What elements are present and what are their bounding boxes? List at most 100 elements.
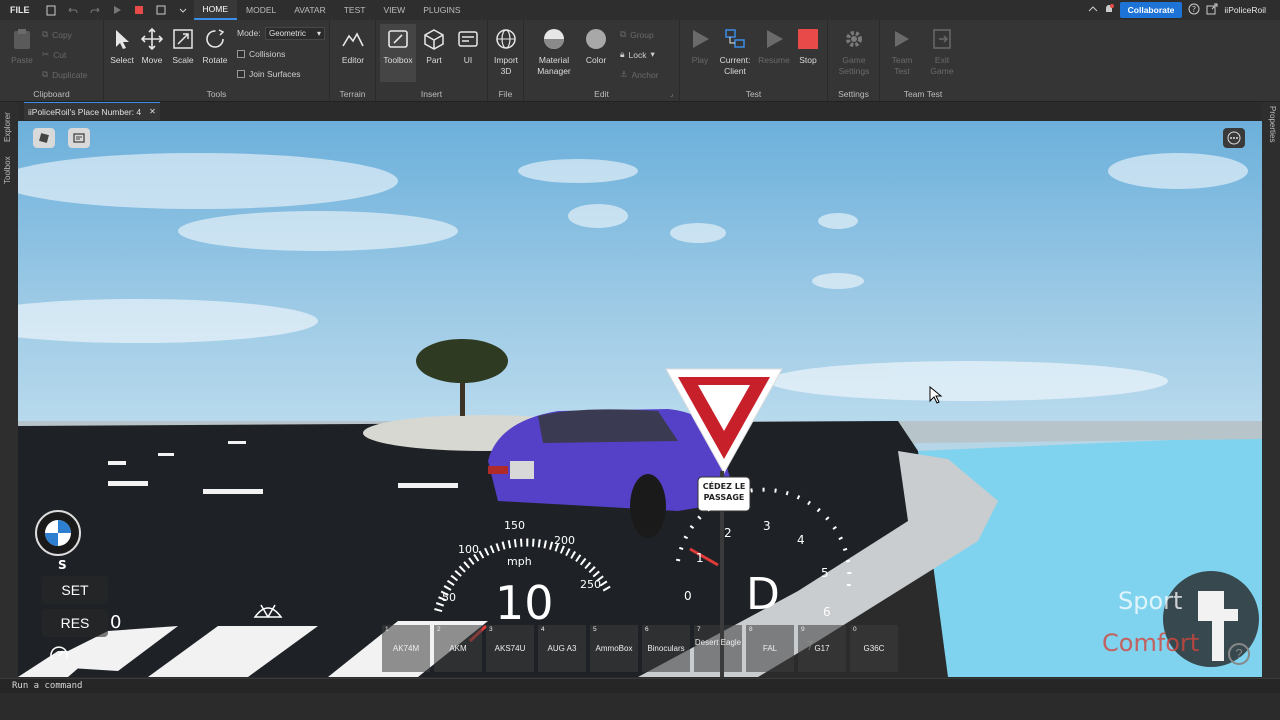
join-surfaces-checkbox[interactable] xyxy=(237,70,245,78)
cruise-speed-value: 0 xyxy=(110,612,122,633)
hotbar-slot[interactable]: 0 G36C xyxy=(850,625,898,672)
anchor-icon: ⚓︎ xyxy=(620,69,628,79)
hotbar-slot[interactable]: 9 G17 xyxy=(798,625,846,672)
file-menu[interactable]: FILE xyxy=(0,5,40,15)
collisions-label: Collisions xyxy=(249,49,286,59)
game-settings-label-1: Game xyxy=(842,55,866,65)
hotbar-slot[interactable]: 7 Desert Eagle xyxy=(694,625,742,672)
current-label-1: Current: xyxy=(719,55,751,65)
game-scene xyxy=(18,121,1262,677)
resume-label: Resume xyxy=(758,55,790,65)
team-test-button[interactable]: Team Test xyxy=(884,26,920,77)
more-options-button[interactable] xyxy=(1223,128,1245,148)
scale-button[interactable]: Scale xyxy=(165,26,201,66)
clipboard-group: Paste ⧉ Copy ✂ Cut ⧉ Duplicate Clipboard xyxy=(0,20,104,102)
mode-dropdown[interactable]: Geometric ▾ xyxy=(265,27,325,40)
join-surfaces-toggle[interactable]: Join Surfaces xyxy=(237,69,301,79)
sign-line-1: CÉDEZ LE xyxy=(702,482,746,491)
group-button[interactable]: ⧉ Group xyxy=(620,29,654,40)
import-3d-button[interactable]: Import 3D xyxy=(488,26,524,77)
stop-button[interactable]: Stop xyxy=(790,26,826,66)
wiper-icon[interactable] xyxy=(251,597,285,625)
cruise-set-button[interactable]: SET xyxy=(42,576,108,604)
cut-button[interactable]: ✂ Cut xyxy=(42,49,66,60)
stop-icon[interactable] xyxy=(132,3,146,17)
help-icon[interactable]: ? xyxy=(1188,3,1200,17)
share-icon[interactable] xyxy=(1206,3,1218,17)
cut-icon: ✂ xyxy=(42,49,50,59)
edit-group-label: Edit xyxy=(594,89,609,99)
save-icon[interactable] xyxy=(44,3,58,17)
slot-label: AKS74U xyxy=(494,644,526,653)
customize-icon[interactable] xyxy=(176,3,190,17)
collaborate-button[interactable]: Collaborate xyxy=(1119,2,1183,18)
select-label: Select xyxy=(110,55,134,65)
play-icon[interactable] xyxy=(110,3,124,17)
hotbar-slot[interactable]: 6 Binoculars xyxy=(642,625,690,672)
color-button[interactable]: Color xyxy=(578,26,614,66)
toolbox-button[interactable]: Toolbox xyxy=(380,24,416,82)
notification-icon[interactable] xyxy=(1104,3,1114,17)
tab-home[interactable]: HOME xyxy=(193,0,237,20)
tab-view[interactable]: VIEW xyxy=(374,0,414,20)
document-tab-bar: iiPoliceRoil's Place Number: 4 ✕ xyxy=(18,102,1262,120)
slot-number: 9 xyxy=(801,626,805,633)
properties-tab[interactable]: Properties xyxy=(1268,106,1277,142)
collisions-checkbox[interactable] xyxy=(237,50,245,58)
play-button[interactable]: Play xyxy=(682,26,718,66)
hotbar-slot[interactable]: 2 AKM xyxy=(434,625,482,672)
hotbar-slot[interactable]: 4 AUG A3 xyxy=(538,625,586,672)
rotate-button[interactable]: Rotate xyxy=(197,26,233,66)
hotbar-slot[interactable]: 8 FAL xyxy=(746,625,794,672)
hotbar-slot[interactable]: 3 AKS74U xyxy=(486,625,534,672)
current-client-button[interactable]: Current: Client xyxy=(714,26,756,77)
tab-test[interactable]: TEST xyxy=(335,0,375,20)
rpm-tick-2: 2 xyxy=(724,526,732,540)
copy-button[interactable]: ⧉ Copy xyxy=(42,29,72,40)
command-input[interactable]: Run a command xyxy=(12,681,82,691)
file-group-label: File xyxy=(498,89,513,99)
roblox-menu-button[interactable] xyxy=(33,128,55,148)
game-viewport[interactable]: CÉDEZ LE PASSAGE 10 mph 50 100 150 200 2… xyxy=(18,121,1262,677)
resume-button[interactable]: Resume xyxy=(756,26,792,66)
lock-icon: 🔒︎ xyxy=(620,49,625,59)
tab-plugins[interactable]: PLUGINS xyxy=(414,0,469,20)
exit-game-button[interactable]: Exit Game xyxy=(924,26,960,77)
collapse-ribbon-icon[interactable] xyxy=(1088,5,1098,15)
chat-button[interactable] xyxy=(68,128,90,148)
tab-model[interactable]: MODEL xyxy=(237,0,285,20)
lock-button[interactable]: 🔒︎ Lock ▾ xyxy=(620,49,655,60)
ribbon-expand-icon[interactable]: ⌟ xyxy=(670,90,673,98)
drive-mode-sport[interactable]: Sport xyxy=(1118,587,1182,615)
anchor-button[interactable]: ⚓︎ Anchor xyxy=(620,69,659,80)
terrain-editor-button[interactable]: Editor xyxy=(335,26,371,66)
part-button[interactable]: Part xyxy=(416,26,452,66)
ui-button[interactable]: UI xyxy=(450,26,486,66)
hotbar-slot[interactable]: 5 AmmoBox xyxy=(590,625,638,672)
redo-icon[interactable] xyxy=(88,3,102,17)
speed-tick-200: 200 xyxy=(554,534,575,547)
duplicate-button[interactable]: ⧉ Duplicate xyxy=(42,69,88,80)
drive-mode-comfort[interactable]: Comfort xyxy=(1102,629,1199,657)
toolbox-tab[interactable]: Toolbox xyxy=(3,156,12,184)
username-label[interactable]: iiPoliceRoil xyxy=(1224,5,1266,15)
speed-limiter-icon[interactable] xyxy=(46,643,72,665)
cruise-resume-button[interactable]: RES xyxy=(42,609,108,637)
collisions-toggle[interactable]: Collisions xyxy=(237,49,285,59)
explorer-tab[interactable]: Explorer xyxy=(3,112,12,142)
place-document-tab[interactable]: iiPoliceRoil's Place Number: 4 ✕ xyxy=(24,102,160,120)
current-label-2: Client xyxy=(724,66,746,76)
close-icon[interactable]: ✕ xyxy=(149,107,156,116)
material-manager-button[interactable]: Material Manager xyxy=(532,26,576,77)
slot-number: 4 xyxy=(541,626,545,633)
command-bar[interactable]: Run a command xyxy=(0,678,1280,693)
tab-avatar[interactable]: AVATAR xyxy=(285,0,335,20)
help-icon[interactable]: ? xyxy=(1228,643,1250,665)
paste-button[interactable]: Paste xyxy=(4,26,40,66)
file-group: Import 3D File xyxy=(488,20,524,102)
game-settings-button[interactable]: Game Settings xyxy=(836,26,872,77)
hotbar-slot[interactable]: 1 AK74M xyxy=(382,625,430,672)
undo-icon[interactable] xyxy=(66,3,80,17)
window-icon[interactable] xyxy=(154,3,168,17)
rotate-label: Rotate xyxy=(202,55,228,65)
